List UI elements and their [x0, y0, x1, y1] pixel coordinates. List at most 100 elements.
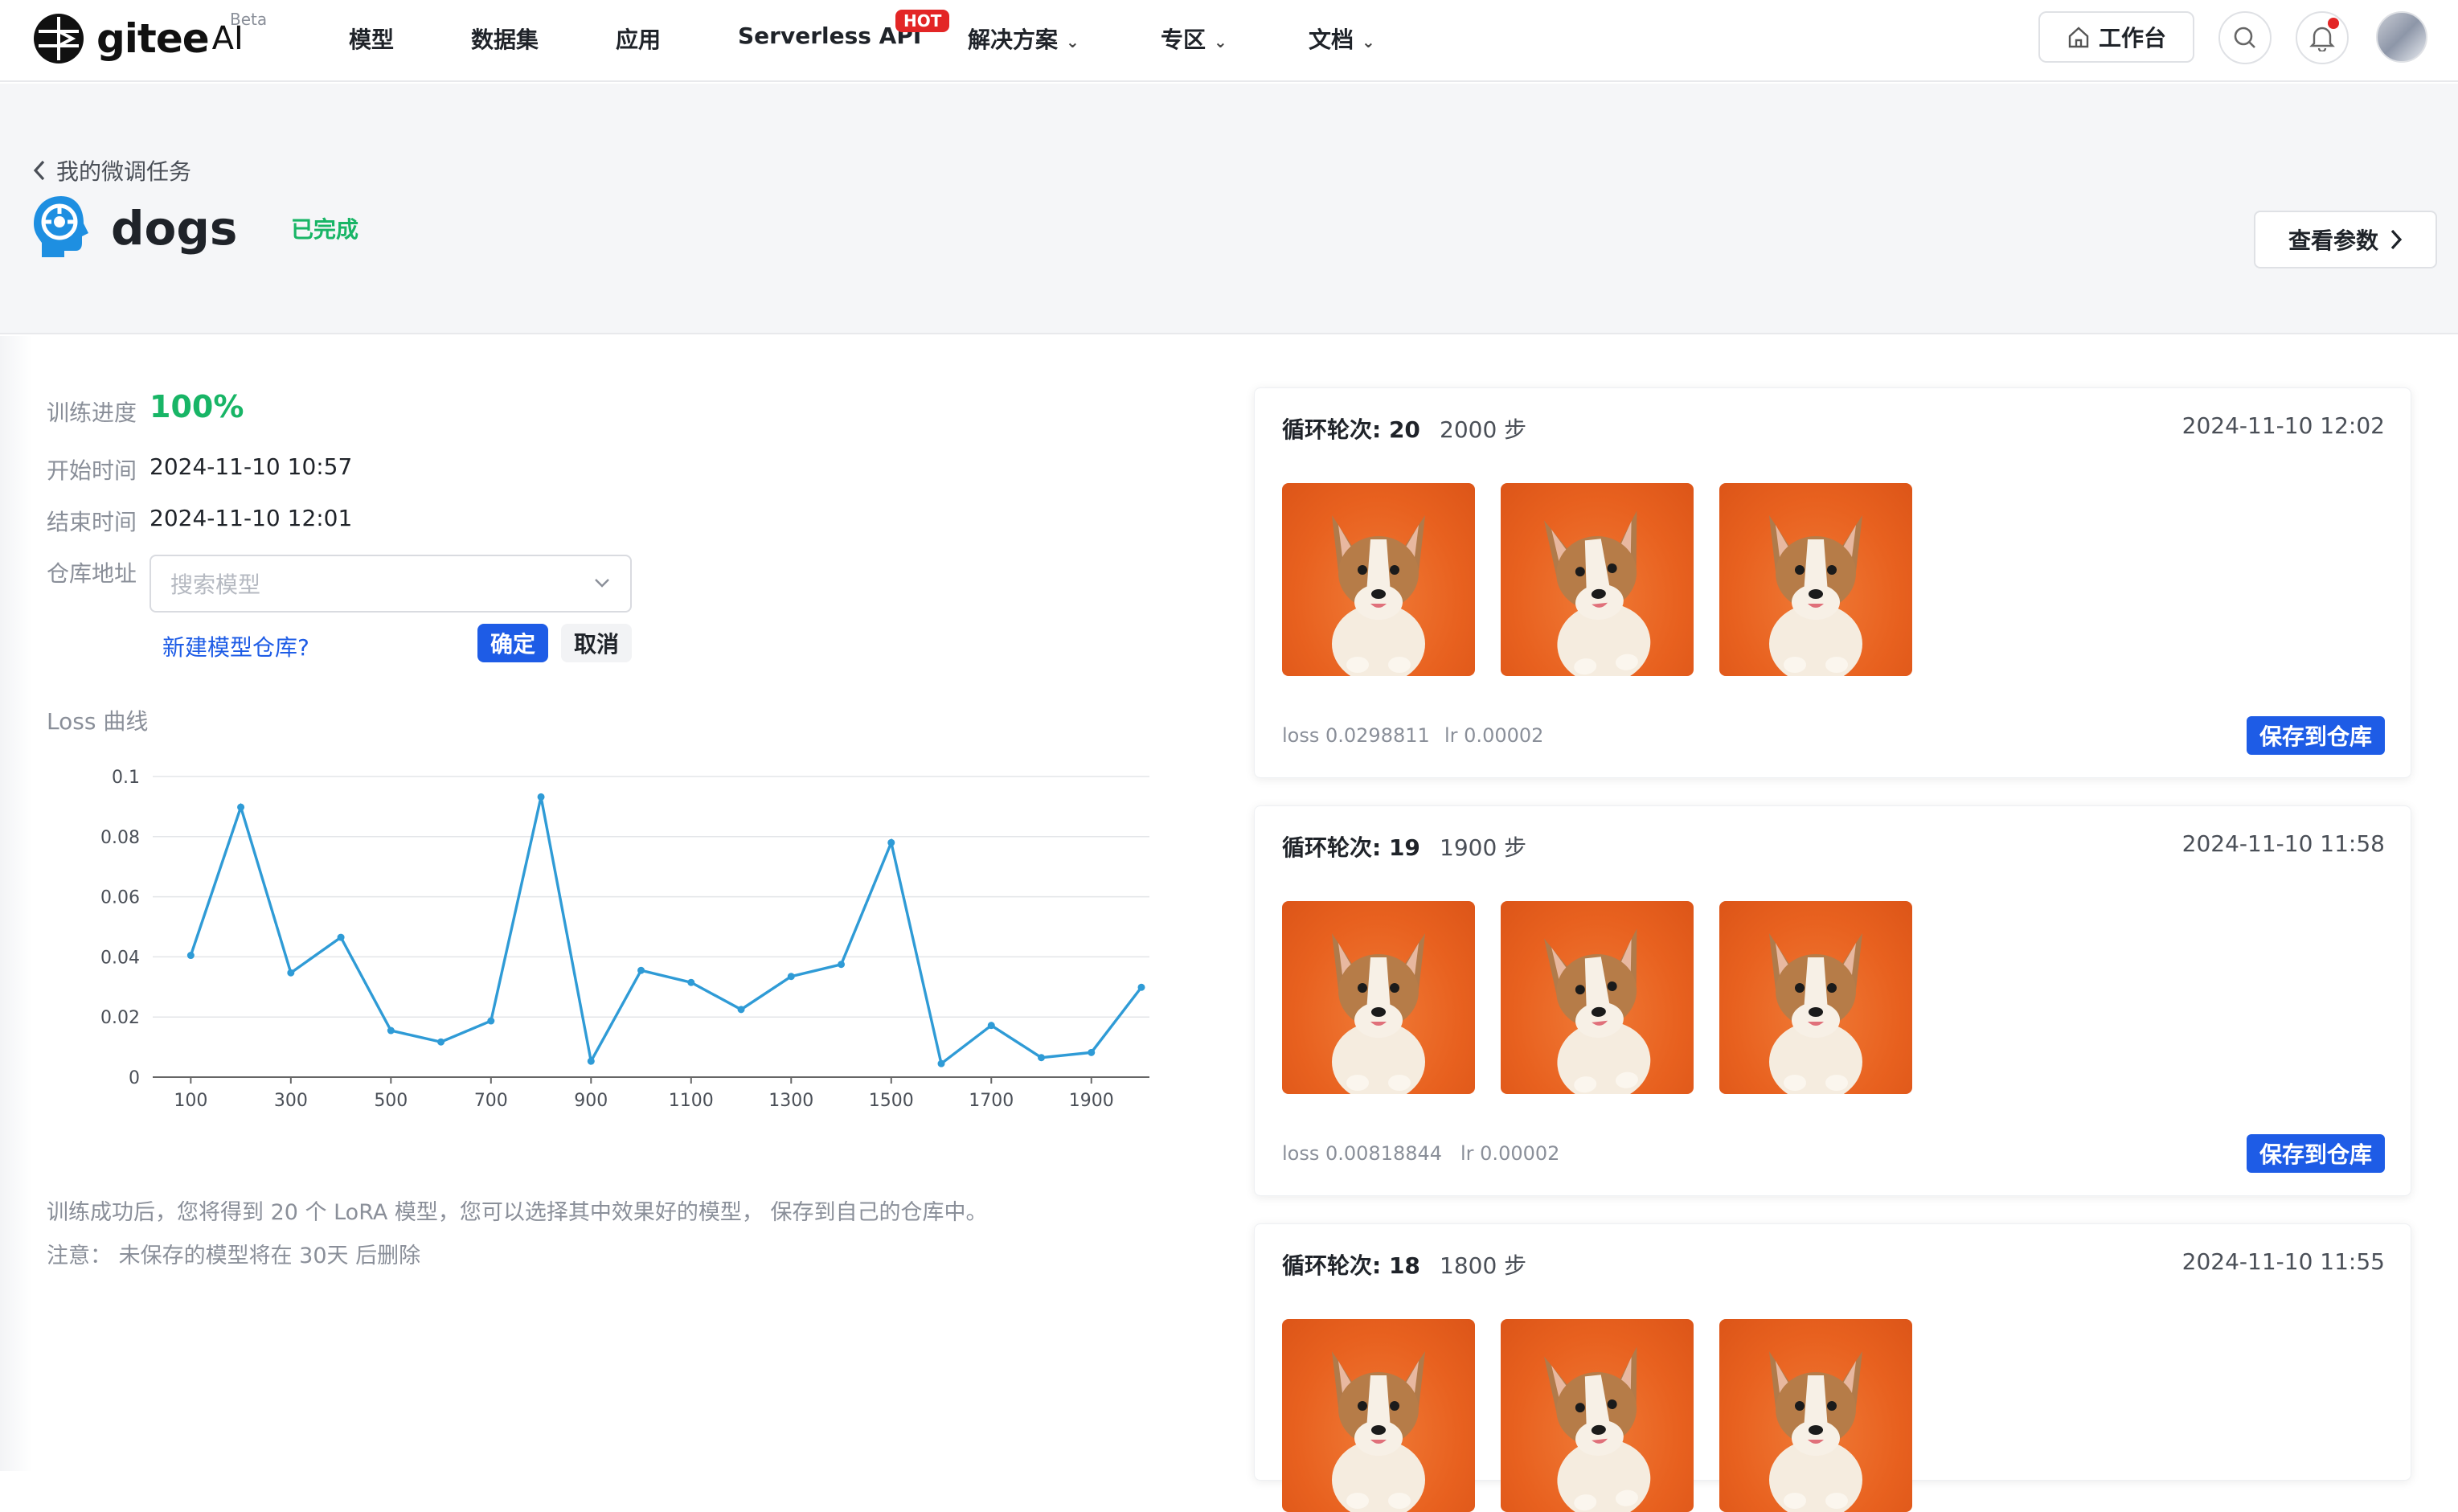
y-tick-label: 0.02 [100, 1008, 140, 1028]
loss-chart: 0 0.02 0.04 0.06 0.08 0.1 100 300 500 700 900 1100 1… [100, 768, 1149, 1111]
nav-models[interactable]: 模型 [349, 23, 394, 55]
loss-data-point [237, 803, 245, 811]
left-edge-shade [0, 336, 32, 1471]
nav-solutions-label: 解决方案 [968, 27, 1059, 53]
start-time-value: 2024-11-10 10:57 [150, 453, 353, 480]
loss-chart-title: Loss 曲线 [47, 708, 149, 735]
sample-image[interactable] [1501, 901, 1694, 1094]
view-params-button[interactable]: 查看参数 [2254, 211, 2437, 268]
loss-data-point [687, 978, 695, 986]
steps-label: 1800 步 [1440, 1252, 1527, 1279]
loss-data-point [737, 1006, 745, 1014]
back-link-label: 我的微调任务 [56, 158, 192, 185]
sample-image[interactable] [1719, 1319, 1912, 1512]
x-tick-label: 700 [474, 1091, 508, 1111]
loss-data-point [537, 793, 545, 801]
x-tick-label: 1100 [669, 1091, 714, 1111]
training-note: 训练成功后，您将得到 20 个 LoRA 模型，您可以选择其中效果好的模型， 保… [47, 1200, 988, 1225]
chevron-down-icon: ⌄ [1066, 32, 1079, 51]
sample-image[interactable] [1282, 901, 1475, 1094]
save-to-repo-button[interactable]: 保存到仓库 [2247, 716, 2385, 755]
sample-image[interactable] [1501, 483, 1694, 676]
x-tick-label: 900 [574, 1091, 608, 1111]
page-title: dogs [111, 201, 238, 256]
sample-image[interactable] [1719, 901, 1912, 1094]
loss-data-point [1088, 1048, 1096, 1056]
start-time-label: 开始时间 [47, 457, 137, 484]
loss-data-point [1038, 1054, 1046, 1062]
confirm-button[interactable]: 确定 [477, 624, 548, 662]
loss-data-point [287, 969, 295, 977]
avatar[interactable] [2376, 11, 2427, 63]
workbench-button[interactable]: 工作台 [2038, 11, 2194, 63]
dog-photo [1543, 510, 1651, 676]
sample-image[interactable] [1719, 483, 1912, 676]
nav-docs-label: 文档 [1309, 27, 1354, 53]
save-to-repo-button[interactable]: 保存到仓库 [2247, 1134, 2385, 1173]
loss-data-point [1137, 983, 1145, 991]
loss-value: loss 0.0298811 [1282, 724, 1430, 747]
checkpoint-time: 2024-11-10 11:55 [2181, 1248, 2385, 1275]
chevron-down-icon: ⌄ [1214, 32, 1227, 51]
gitee-ai-logo[interactable]: gitee AI [32, 10, 244, 68]
nav-apps[interactable]: 应用 [616, 23, 661, 55]
progress-label: 训练进度 [47, 400, 137, 426]
logo-text: gitee [96, 15, 210, 62]
sample-image[interactable] [1282, 483, 1475, 676]
loss-data-point [387, 1026, 395, 1035]
home-icon [2068, 27, 2089, 48]
x-tick-label: 100 [174, 1091, 207, 1111]
x-tick-label: 1900 [1069, 1091, 1114, 1111]
end-time-value: 2024-11-10 12:01 [150, 505, 353, 531]
nav-datasets[interactable]: 数据集 [471, 23, 539, 55]
y-tick-label: 0.06 [100, 888, 140, 908]
loss-data-point [437, 1038, 445, 1046]
back-link[interactable]: 我的微调任务 [32, 154, 191, 186]
search-button[interactable] [2218, 11, 2272, 64]
epoch-label: 循环轮次: 19 [1282, 834, 1420, 861]
checkpoint-card: 循环轮次: 19 1900 步 2024-11-10 11:58 loss 0.… [1254, 805, 2411, 1196]
dog-photo [1332, 933, 1425, 1094]
sample-image[interactable] [1501, 1319, 1694, 1512]
repo-search-select[interactable]: 搜索模型 [150, 555, 632, 613]
checkpoint-card: 循环轮次: 20 2000 步 2024-11-10 12:02 loss 0.… [1254, 387, 2411, 778]
nav-serverless-api[interactable]: Serverless API [738, 23, 921, 49]
dog-photo [1769, 1351, 1862, 1512]
dog-photo [1769, 515, 1862, 676]
cancel-button[interactable]: 取消 [561, 624, 632, 662]
progress-value: 100% [150, 389, 244, 424]
x-tick-label: 1500 [869, 1091, 914, 1111]
end-time-label: 结束时间 [47, 509, 137, 535]
y-tick-label: 0.08 [100, 828, 140, 848]
chevron-right-icon [2390, 229, 2403, 250]
loss-data-point [887, 838, 895, 846]
epoch-label: 循环轮次: 18 [1282, 1252, 1420, 1279]
notifications-button[interactable] [2296, 11, 2349, 64]
top-navbar: gitee AI Beta 模型 数据集 应用 Serverless API H… [0, 0, 2458, 82]
chevron-left-icon [33, 160, 45, 181]
dog-photo [1332, 515, 1425, 676]
loss-data-point [337, 933, 345, 941]
nav-docs[interactable]: 文档 ⌄ [1309, 23, 1375, 55]
nav-zones[interactable]: 专区 ⌄ [1161, 23, 1227, 55]
new-repo-link[interactable]: 新建模型仓库? [162, 630, 309, 662]
y-tick-label: 0 [129, 1068, 140, 1088]
dog-photo [1332, 1351, 1425, 1512]
epoch-label: 循环轮次: 20 [1282, 416, 1420, 443]
status-badge: 已完成 [291, 216, 359, 243]
checkpoint-time: 2024-11-10 12:02 [2181, 412, 2385, 439]
dog-photo [1769, 933, 1862, 1094]
deletion-note: 注意： 未保存的模型将在 30天 后删除 [47, 1244, 421, 1268]
sample-image[interactable] [1282, 1319, 1475, 1512]
workbench-label: 工作台 [2098, 25, 2166, 51]
x-tick-label: 500 [374, 1091, 408, 1111]
loss-data-point [987, 1022, 995, 1030]
nav-solutions[interactable]: 解决方案 ⌄ [968, 23, 1079, 55]
view-params-label: 查看参数 [2288, 227, 2378, 254]
search-icon [2234, 27, 2255, 48]
lr-value: lr 0.00002 [1460, 1142, 1560, 1165]
chevron-down-icon [595, 579, 609, 588]
nav-zones-label: 专区 [1161, 27, 1206, 53]
checkpoint-time: 2024-11-10 11:58 [2181, 830, 2385, 857]
loss-data-point [838, 961, 846, 969]
